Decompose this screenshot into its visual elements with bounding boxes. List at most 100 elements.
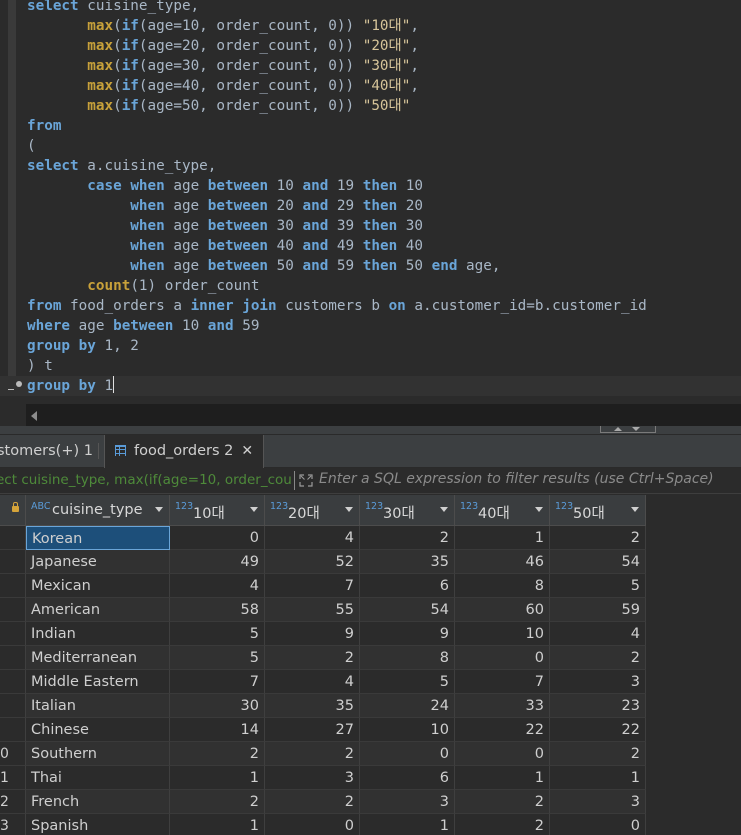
table-cell[interactable]: 1: [455, 526, 550, 550]
code-line[interactable]: select a.cuisine_type,: [27, 156, 216, 176]
column-header[interactable]: ABC cuisine_type: [26, 495, 170, 526]
sort-arrow-icon[interactable]: [535, 507, 543, 512]
sort-arrow-icon[interactable]: [345, 507, 353, 512]
code-line[interactable]: where age between 10 and 59: [27, 316, 259, 336]
table-row[interactable]: Mediterranean 5 2 8 0 2: [0, 646, 646, 670]
table-cell[interactable]: 10: [455, 622, 550, 646]
table-cell[interactable]: 0: [550, 814, 646, 835]
table-cell[interactable]: 4: [170, 574, 265, 598]
table-row[interactable]: 0 Southern 2 2 0 0 2: [0, 742, 646, 766]
table-cell[interactable]: 54: [360, 598, 455, 622]
code-line[interactable]: from food_orders a inner join customers …: [27, 296, 647, 316]
code-line[interactable]: when age between 40 and 49 then 40: [27, 236, 423, 256]
filter-input[interactable]: Enter a SQL expression to filter results…: [319, 471, 714, 487]
table-cell[interactable]: 2: [170, 790, 265, 814]
column-header[interactable]: 123 40대: [455, 495, 550, 526]
table-cell[interactable]: 2: [265, 742, 360, 766]
code-line[interactable]: group by 1: [27, 376, 115, 396]
table-cell[interactable]: Italian: [26, 694, 170, 718]
table-cell[interactable]: 3: [550, 670, 646, 694]
table-cell[interactable]: 9: [265, 622, 360, 646]
table-cell[interactable]: 33: [455, 694, 550, 718]
table-cell[interactable]: 2: [550, 646, 646, 670]
table-cell[interactable]: 3: [360, 790, 455, 814]
code-line[interactable]: ) t: [27, 356, 53, 376]
table-cell[interactable]: 22: [550, 718, 646, 742]
code-line[interactable]: group by 1, 2: [27, 336, 139, 356]
table-cell[interactable]: 4: [550, 622, 646, 646]
table-cell[interactable]: 0: [265, 814, 360, 835]
table-cell[interactable]: 49: [170, 550, 265, 574]
table-cell[interactable]: Mexican: [26, 574, 170, 598]
sort-arrow-icon[interactable]: [155, 507, 163, 512]
collapse-up-icon[interactable]: [614, 427, 622, 431]
horizontal-scrollbar[interactable]: [26, 404, 741, 426]
table-cell[interactable]: Korean: [26, 526, 170, 550]
table-cell[interactable]: 5: [550, 574, 646, 598]
table-cell[interactable]: 1: [455, 766, 550, 790]
table-cell[interactable]: 2: [360, 526, 455, 550]
table-cell[interactable]: 1: [170, 814, 265, 835]
table-cell[interactable]: 5: [170, 646, 265, 670]
table-cell[interactable]: 35: [265, 694, 360, 718]
table-row[interactable]: 2 French 2 2 3 2 3: [0, 790, 646, 814]
table-cell[interactable]: 24: [360, 694, 455, 718]
table-cell[interactable]: 0: [170, 526, 265, 550]
results-grid[interactable]: ABC cuisine_type 123 10대 123 20대 123 30대 123 40대 1…: [0, 495, 741, 835]
table-cell[interactable]: 54: [550, 550, 646, 574]
table-cell[interactable]: Thai: [26, 766, 170, 790]
table-cell[interactable]: 58: [170, 598, 265, 622]
table-cell[interactable]: 3: [265, 766, 360, 790]
close-icon[interactable]: ✕: [241, 435, 253, 467]
table-row[interactable]: 3 Spanish 1 0 1 2 0: [0, 814, 646, 835]
table-cell[interactable]: 59: [550, 598, 646, 622]
code-line[interactable]: case when age between 10 and 19 then 10: [27, 176, 423, 196]
tab-food-orders[interactable]: food_orders 2 ✕: [104, 435, 265, 468]
code-line[interactable]: max(if(age=10, order_count, 0)) "10대",: [27, 16, 419, 36]
code-line[interactable]: (: [27, 136, 36, 156]
table-row[interactable]: Chinese 14 27 10 22 22: [0, 718, 646, 742]
table-row[interactable]: Korean 0 4 2 1 2: [0, 526, 646, 550]
sort-arrow-icon[interactable]: [250, 507, 258, 512]
table-cell[interactable]: 22: [455, 718, 550, 742]
table-cell[interactable]: 35: [360, 550, 455, 574]
table-cell[interactable]: 2: [455, 790, 550, 814]
table-cell[interactable]: 2: [550, 526, 646, 550]
sort-arrow-icon[interactable]: [440, 507, 448, 512]
table-cell[interactable]: Chinese: [26, 718, 170, 742]
table-cell[interactable]: 0: [455, 742, 550, 766]
code-line[interactable]: when age between 20 and 29 then 20: [27, 196, 423, 216]
table-cell[interactable]: 10: [360, 718, 455, 742]
code-line[interactable]: when age between 30 and 39 then 30: [27, 216, 423, 236]
table-cell[interactable]: Indian: [26, 622, 170, 646]
table-cell[interactable]: 2: [170, 742, 265, 766]
table-cell[interactable]: French: [26, 790, 170, 814]
table-cell[interactable]: 30: [170, 694, 265, 718]
table-cell[interactable]: 46: [455, 550, 550, 574]
splitter-toggle[interactable]: [600, 426, 656, 433]
table-cell[interactable]: 1: [170, 766, 265, 790]
tab-customers[interactable]: stomers(+) 1: [0, 435, 93, 467]
table-cell[interactable]: 23: [550, 694, 646, 718]
code-line[interactable]: count(1) order_count: [27, 276, 259, 296]
code-line[interactable]: max(if(age=30, order_count, 0)) "30대",: [27, 56, 419, 76]
code-line[interactable]: when age between 50 and 59 then 50 end a…: [27, 256, 500, 276]
sql-editor[interactable]: select cuisine_type, max(if(age=10, orde…: [0, 0, 741, 400]
table-cell[interactable]: 55: [265, 598, 360, 622]
column-header[interactable]: 123 30대: [360, 495, 455, 526]
code-line[interactable]: max(if(age=20, order_count, 0)) "20대",: [27, 36, 419, 56]
table-cell[interactable]: 1: [360, 814, 455, 835]
table-row[interactable]: American 58 55 54 60 59: [0, 598, 646, 622]
code-line[interactable]: select cuisine_type,: [27, 0, 199, 16]
table-cell[interactable]: 5: [360, 670, 455, 694]
table-cell[interactable]: 52: [265, 550, 360, 574]
table-row[interactable]: 1 Thai 1 3 6 1 1: [0, 766, 646, 790]
table-cell[interactable]: 5: [170, 622, 265, 646]
table-row[interactable]: Italian 30 35 24 33 23: [0, 694, 646, 718]
table-cell[interactable]: Mediterranean: [26, 646, 170, 670]
table-cell[interactable]: Southern: [26, 742, 170, 766]
column-header[interactable]: 123 20대: [265, 495, 360, 526]
panel-splitter[interactable]: [0, 426, 741, 435]
table-cell[interactable]: 4: [265, 670, 360, 694]
column-header[interactable]: 123 10대: [170, 495, 265, 526]
